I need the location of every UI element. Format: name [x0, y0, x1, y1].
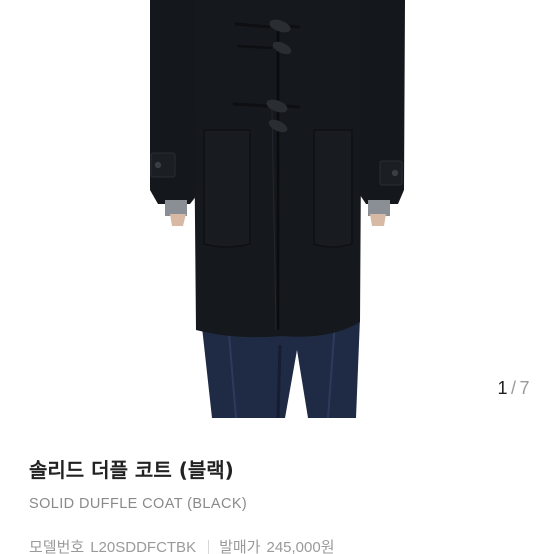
release-price-label: 발매가 — [219, 539, 261, 554]
product-photo-black-duffle-coat — [150, 0, 405, 418]
product-image-gallery[interactable]: 1/7 — [0, 0, 554, 418]
page-separator: / — [510, 378, 517, 398]
product-title-english: SOLID DUFFLE COAT (BLACK) — [29, 496, 248, 512]
product-info-panel: 솔리드 더플 코트 (블랙) SOLID DUFFLE COAT (BLACK)… — [0, 418, 554, 554]
product-detail-page: 1/7 솔리드 더플 코트 (블랙) SOLID DUFFLE COAT (BL… — [0, 0, 554, 554]
image-page-counter: 1/7 — [497, 378, 530, 399]
product-meta-row: 모델번호 L20SDDFCTBK 발매가 245,000원 — [29, 536, 335, 554]
model-number-label: 모델번호 — [29, 539, 85, 554]
current-image-index: 1 — [497, 378, 508, 398]
model-number-value: L20SDDFCTBK — [90, 539, 197, 554]
product-title-korean: 솔리드 더플 코트 (블랙) — [29, 458, 234, 482]
meta-divider — [208, 540, 210, 554]
total-image-count: 7 — [519, 378, 530, 398]
release-price-value: 245,000원 — [266, 539, 335, 554]
